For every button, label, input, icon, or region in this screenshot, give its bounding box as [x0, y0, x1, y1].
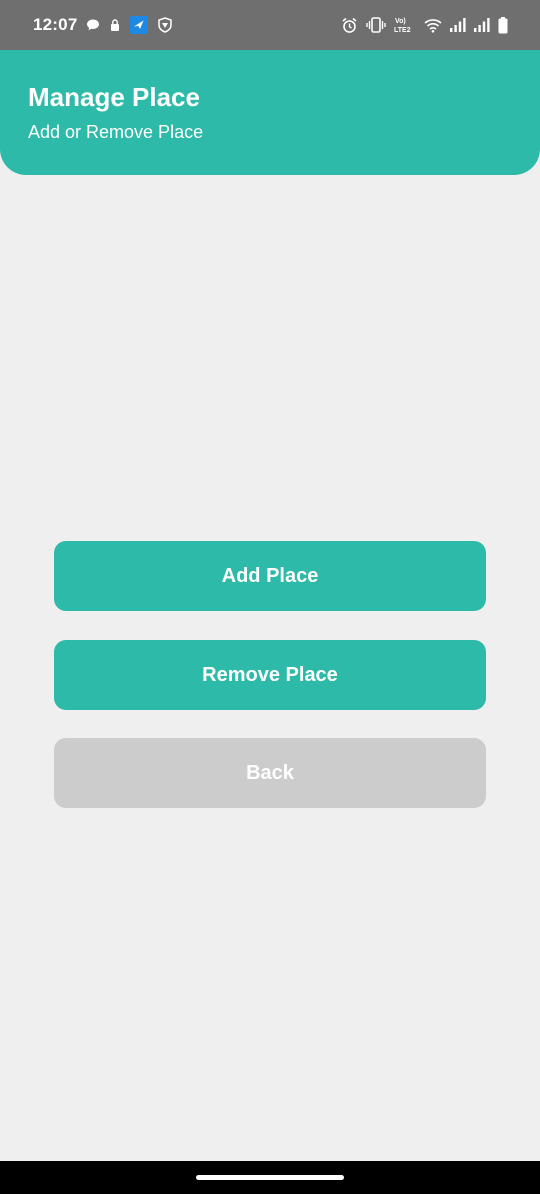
page-title: Manage Place	[28, 82, 200, 112]
signal-icon	[474, 18, 490, 32]
wifi-icon	[424, 18, 442, 33]
app-notification-icon	[130, 16, 149, 34]
chat-bubble-icon	[86, 18, 100, 32]
status-right-icons: Vo) LTE2	[341, 16, 508, 34]
status-left-icons	[86, 16, 173, 34]
battery-icon	[498, 16, 508, 34]
add-place-button[interactable]: Add Place	[54, 541, 486, 611]
volte-label-top: Vo)	[395, 18, 406, 25]
volte-label-bottom: LTE2	[394, 27, 411, 34]
vpn-shield-icon	[157, 17, 173, 33]
signal-icon	[450, 18, 466, 32]
home-indicator[interactable]	[196, 1175, 344, 1180]
lock-icon	[109, 18, 121, 32]
remove-place-button[interactable]: Remove Place	[54, 640, 486, 710]
volte-icon: Vo) LTE2	[394, 16, 416, 34]
page-subtitle: Add or Remove Place	[28, 122, 204, 142]
app-header: Manage Place Add or Remove Place	[0, 50, 540, 175]
status-time: 12:07	[33, 15, 78, 34]
status-bar: 12:07 Vo) LTE2	[0, 0, 540, 50]
vibrate-icon	[366, 17, 386, 33]
back-button[interactable]: Back	[54, 738, 486, 808]
alarm-icon	[341, 17, 358, 34]
navigation-bar	[0, 1161, 540, 1194]
